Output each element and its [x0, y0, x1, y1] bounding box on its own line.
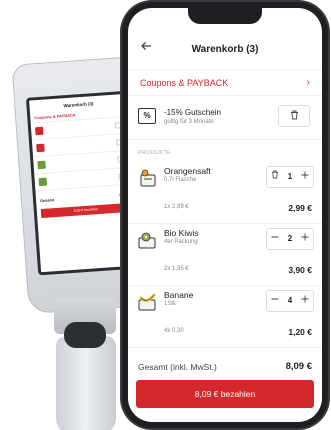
chevron-right-icon: ›	[306, 77, 310, 88]
voucher-subtitle: gültig für 3 Monate	[164, 119, 214, 125]
divider	[128, 347, 322, 348]
plus-icon	[301, 233, 309, 241]
line-total: 3,90 €	[288, 265, 312, 275]
trash-icon	[290, 110, 298, 120]
scanner-trigger	[64, 322, 106, 348]
plus-icon	[301, 171, 309, 179]
page-title: Warenkorb (3)	[191, 44, 259, 55]
remove-item-button[interactable]	[267, 167, 283, 187]
orange-juice-icon	[140, 169, 156, 187]
product-name: Banane	[164, 290, 194, 300]
product-row: Bio Kiwis 4er Packung 2 2x 1,95 € 3,90 €	[128, 224, 322, 286]
decrease-quantity-button[interactable]	[267, 291, 283, 311]
coupons-payback-link[interactable]: Coupons & PAYBACK ›	[128, 70, 322, 96]
quantity-stepper: 4	[266, 290, 314, 312]
cart-total: Gesamt (inkl. MwSt.) 8,09 €	[128, 358, 322, 376]
banana-icon	[138, 293, 156, 311]
increase-quantity-button[interactable]	[297, 167, 313, 187]
line-total: 2,99 €	[288, 203, 312, 213]
phone-frame: Warenkorb (3) Coupons & PAYBACK › % -15%…	[122, 2, 328, 428]
scanner-grip	[56, 336, 116, 430]
pay-button[interactable]: 8,09 € bezahlen	[136, 380, 314, 408]
unit-price: 2x 1,95 €	[164, 266, 189, 272]
quantity-stepper: 2	[266, 228, 314, 250]
scanner-item-icon	[36, 143, 45, 153]
decrease-quantity-button[interactable]	[267, 229, 283, 249]
voucher-title: -15% Gutschein	[164, 108, 221, 117]
coupons-label: Coupons & PAYBACK	[140, 78, 229, 88]
quantity-stepper: 1	[266, 166, 314, 188]
product-description: 0,7l Flasche	[164, 177, 197, 183]
increase-quantity-button[interactable]	[297, 291, 313, 311]
quantity-value: 1	[287, 172, 293, 181]
scanner-item-icon	[37, 160, 46, 170]
scanner-item-icon	[34, 126, 44, 136]
product-row: Banane 1Stk 4 4x 0,30 1,20 €	[128, 286, 322, 348]
phone-notch	[188, 8, 262, 24]
total-label: Gesamt (inkl. MwSt.)	[138, 362, 217, 372]
app-header: Warenkorb (3)	[128, 30, 322, 70]
minus-icon	[271, 298, 279, 300]
product-description: 1Stk	[164, 301, 177, 307]
scanner-total-label: Gesamt	[40, 198, 55, 204]
product-row: Orangensaft 0,7l Flasche 1 1x 2,99 € 2,9…	[128, 162, 322, 224]
scanner-item-icon	[38, 177, 48, 187]
increase-quantity-button[interactable]	[297, 229, 313, 249]
voucher-item: % -15% Gutschein gültig für 3 Monate	[128, 96, 322, 140]
section-label-products: PRODUKTE	[138, 150, 171, 156]
product-description: 4er Packung	[164, 239, 198, 245]
kiwi-icon	[138, 232, 156, 249]
unit-price: 4x 0,30	[164, 328, 184, 334]
line-total: 1,20 €	[288, 327, 312, 337]
quantity-value: 2	[287, 234, 293, 243]
remove-voucher-button[interactable]	[278, 105, 310, 127]
total-value: 8,09 €	[285, 361, 312, 372]
unit-price: 1x 2,99 €	[164, 204, 189, 210]
percent-voucher-icon: %	[138, 108, 156, 124]
trash-icon	[271, 170, 279, 179]
minus-icon	[271, 236, 279, 238]
product-name: Orangensaft	[164, 166, 211, 176]
plus-icon	[301, 295, 309, 303]
quantity-value: 4	[287, 296, 293, 305]
product-name: Bio Kiwis	[164, 228, 199, 238]
phone-screen: Warenkorb (3) Coupons & PAYBACK › % -15%…	[128, 8, 322, 422]
